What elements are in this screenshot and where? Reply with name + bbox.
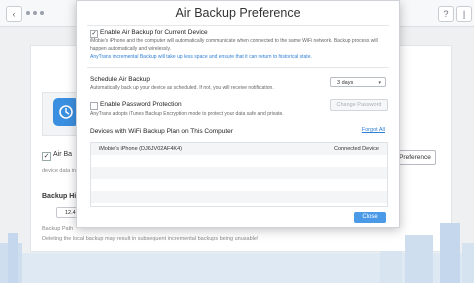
air-backup-preference-dialog: Air Backup Preference ✓ Enable Air Backu… xyxy=(76,0,400,228)
forgot-all-link[interactable]: Forgot All xyxy=(362,127,385,133)
table-row xyxy=(91,179,387,191)
close-button[interactable]: Close xyxy=(354,212,386,223)
enable-password-label: Enable Password Protection xyxy=(100,101,182,108)
change-password-button[interactable]: Change Password xyxy=(330,99,388,111)
table-row xyxy=(91,155,387,167)
dot-icon xyxy=(33,11,37,15)
schedule-selected-value: 3 days xyxy=(337,80,354,86)
divider xyxy=(87,25,389,26)
schedule-description: Automatically back up your device as sch… xyxy=(90,85,274,91)
dialog-title: Air Backup Preference xyxy=(175,6,301,20)
back-icon[interactable]: ‹ xyxy=(6,6,22,22)
table-row xyxy=(91,191,387,203)
device-note-bg: device data in xyxy=(42,168,76,174)
air-backup-label-bg: Air Ba xyxy=(53,151,73,158)
device-name-cell: iMobie's iPhone (DJ6JV02AF4K4) xyxy=(99,146,182,152)
dot-icon xyxy=(26,11,30,15)
dot-icon xyxy=(40,11,44,15)
divider xyxy=(87,67,389,68)
more-button[interactable]: | xyxy=(456,6,472,22)
schedule-label: Schedule Air Backup xyxy=(90,76,150,83)
devices-table: iMobie's iPhone (DJ6JV02AF4K4) Connected… xyxy=(90,142,388,207)
table-row xyxy=(91,167,387,179)
enable-password-checkbox[interactable] xyxy=(90,102,98,110)
table-row[interactable]: iMobie's iPhone (DJ6JV02AF4K4) Connected… xyxy=(91,143,387,155)
enable-air-backup-label: Enable Air Backup for Current Device xyxy=(100,29,208,36)
backup-history-label: Backup His xyxy=(42,193,81,200)
incremental-backup-note: AnyTrans incremental Backup will take up… xyxy=(90,54,312,60)
enable-air-backup-checkbox[interactable]: ✓ xyxy=(90,30,98,38)
enable-air-backup-description: iMobie's iPhone and the computer will au… xyxy=(90,38,378,52)
devices-label: Devices with WiFi Backup Plan on This Co… xyxy=(90,128,233,135)
device-status-cell: Connected Device xyxy=(334,146,379,152)
chevron-down-icon: ▾ xyxy=(378,80,381,86)
preference-button[interactable]: Preference xyxy=(394,150,436,165)
password-description: AnyTrans adopts iTunes Backup Encryption… xyxy=(90,111,284,117)
schedule-select[interactable]: 3 days ▾ xyxy=(330,77,386,87)
air-backup-checkbox-bg[interactable]: ✓ xyxy=(42,152,51,161)
help-button[interactable]: ? xyxy=(438,6,454,22)
